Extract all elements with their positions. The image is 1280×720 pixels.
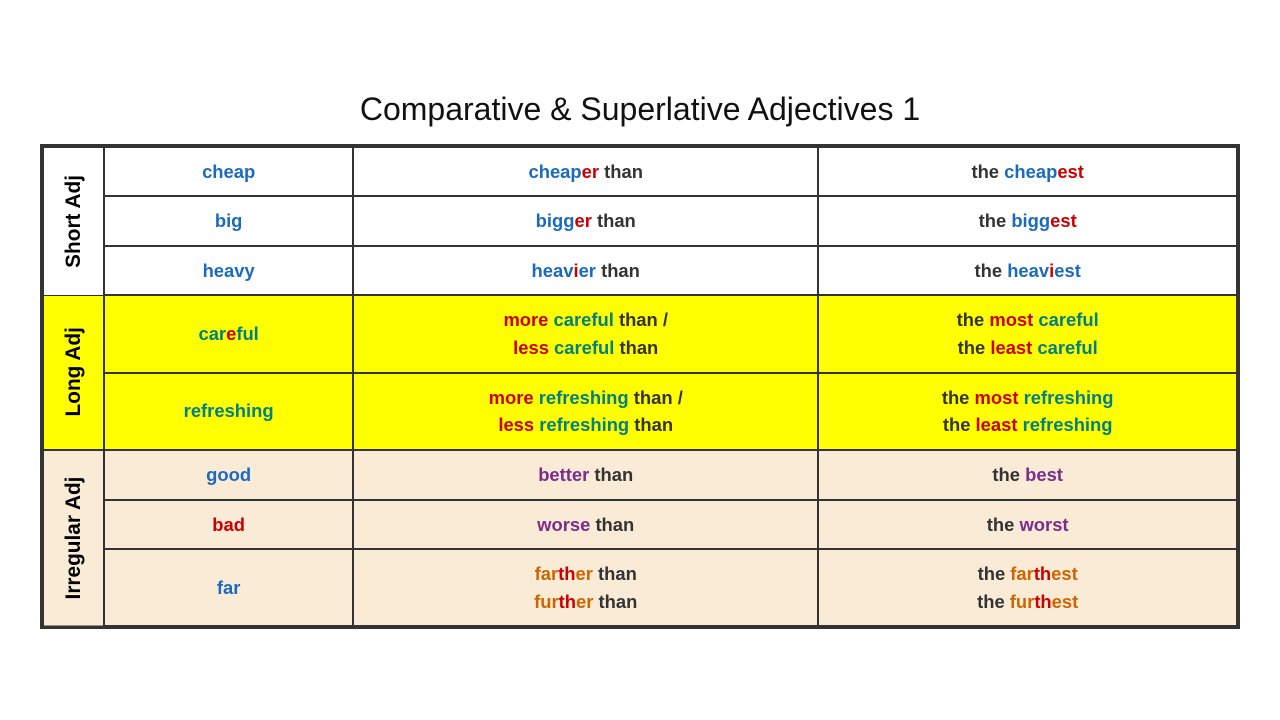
base-refreshing: refreshing: [104, 373, 353, 450]
comparative-bad: worse than: [353, 500, 818, 550]
superlative-bad: the worst: [818, 500, 1237, 550]
base-bad: bad: [104, 500, 353, 550]
comparative-far: farther than further than: [353, 549, 818, 626]
superlative-good: the best: [818, 450, 1237, 500]
comparative-careful: more careful than / less careful than: [353, 295, 818, 372]
base-big: big: [104, 196, 353, 246]
base-heavy: heavy: [104, 246, 353, 296]
superlative-big: the biggest: [818, 196, 1237, 246]
superlative-heavy: the heaviest: [818, 246, 1237, 296]
superlative-careful: the most careful the least careful: [818, 295, 1237, 372]
table-row: Long Adj careful more careful than / les…: [43, 295, 1237, 372]
table-row: Short Adj cheap cheaper than the cheapes…: [43, 147, 1237, 197]
comparative-heavy: heavier than: [353, 246, 818, 296]
base-far: far: [104, 549, 353, 626]
comparative-refreshing: more refreshing than / less refreshing t…: [353, 373, 818, 450]
table-row: Irregular Adj good better than the best: [43, 450, 1237, 500]
main-table: Short Adj cheap cheaper than the cheapes…: [40, 144, 1240, 630]
base-good: good: [104, 450, 353, 500]
superlative-cheap: the cheapest: [818, 147, 1237, 197]
comparative-good: better than: [353, 450, 818, 500]
superlative-refreshing: the most refreshing the least refreshing: [818, 373, 1237, 450]
section-label-irregular: Irregular Adj: [43, 450, 104, 626]
section-label-long: Long Adj: [43, 295, 104, 449]
table-row: refreshing more refreshing than / less r…: [43, 373, 1237, 450]
section-label-short: Short Adj: [43, 147, 104, 296]
comparative-big: bigger than: [353, 196, 818, 246]
table-row: big bigger than the biggest: [43, 196, 1237, 246]
table-row: far farther than further than the farthe…: [43, 549, 1237, 626]
table-row: heavy heavier than the heaviest: [43, 246, 1237, 296]
base-cheap: cheap: [104, 147, 353, 197]
page-title: Comparative & Superlative Adjectives 1: [360, 91, 920, 128]
comparative-cheap: cheaper than: [353, 147, 818, 197]
base-careful: careful: [104, 295, 353, 372]
superlative-far: the farthest the furthest: [818, 549, 1237, 626]
table-row: bad worse than the worst: [43, 500, 1237, 550]
